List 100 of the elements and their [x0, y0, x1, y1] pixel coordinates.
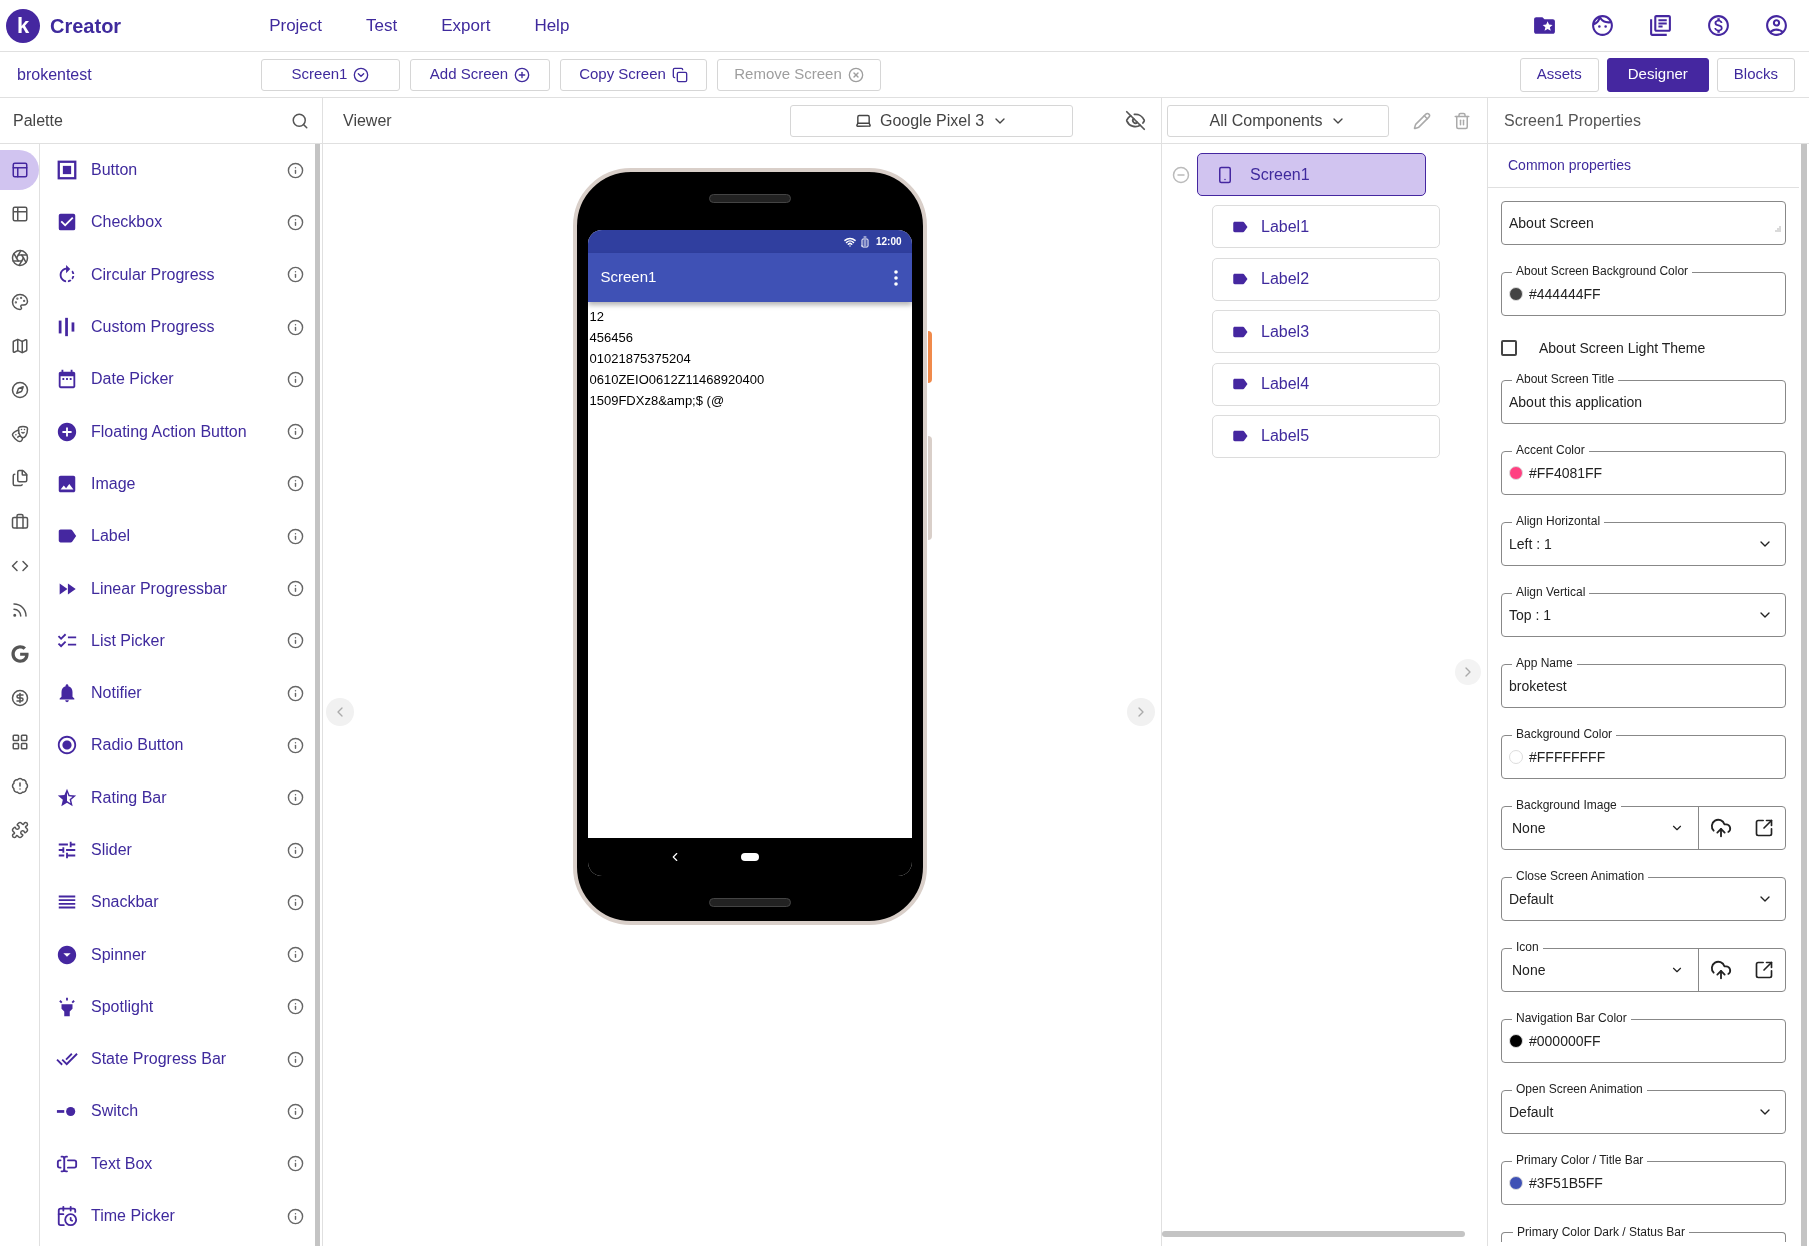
field-label: Align Horizontal [1512, 514, 1605, 528]
menu-item[interactable]: Test [366, 12, 398, 39]
label-text: 1509FDXz8&amp;$ (@ [589, 392, 725, 410]
search-button[interactable] [291, 111, 309, 130]
menu-item[interactable]: Export [441, 12, 491, 39]
logo-mark: k [6, 8, 40, 43]
palette-item[interactable]: List Picker [91, 628, 165, 653]
palette-item[interactable]: Checkbox [91, 210, 163, 235]
device-dropdown[interactable]: Google Pixel 3 [790, 104, 1073, 137]
open-external-button[interactable] [1754, 960, 1774, 980]
scrollbar[interactable] [1801, 144, 1807, 1246]
tree-item[interactable]: Label5 [1212, 414, 1440, 458]
section-tab[interactable]: Common properties [1508, 155, 1631, 176]
info-button[interactable] [287, 684, 304, 702]
category-tab[interactable] [0, 150, 39, 190]
tree-item[interactable]: Label3 [1212, 310, 1440, 354]
palette-item[interactable]: Spotlight [91, 994, 154, 1019]
tree-item[interactable]: Label4 [1212, 362, 1440, 406]
info-button[interactable] [287, 841, 304, 859]
field-label: Navigation Bar Color [1512, 1011, 1631, 1025]
palette-item[interactable]: State Progress Bar [91, 1047, 227, 1072]
palette-item[interactable]: Rating Bar [91, 785, 167, 810]
open-external-button[interactable] [1754, 818, 1774, 838]
info-button[interactable] [287, 266, 304, 284]
info-button[interactable] [287, 213, 304, 231]
palette-item[interactable]: Notifier [91, 681, 142, 706]
lamp-icon [56, 995, 78, 1018]
upload-button[interactable] [1710, 817, 1732, 839]
palette-item[interactable]: Circular Progress [91, 262, 215, 287]
horizontal-scrollbar[interactable] [1162, 1231, 1465, 1237]
palette-item[interactable]: Snackbar [91, 890, 159, 915]
aperture-icon [10, 249, 29, 267]
info-button[interactable] [287, 1103, 304, 1120]
books-icon [1648, 13, 1673, 38]
info-button[interactable] [287, 423, 304, 441]
pencil-icon [1413, 111, 1431, 130]
info-button[interactable] [287, 1050, 304, 1068]
info-button[interactable] [287, 893, 304, 911]
info-icon [287, 580, 304, 597]
dollar-button[interactable] [1706, 13, 1731, 38]
screen-action-button[interactable]: Copy Screen [560, 58, 707, 91]
info-button[interactable] [287, 789, 304, 807]
info-button[interactable] [287, 998, 304, 1016]
text-area[interactable]: About Screen [1501, 201, 1786, 245]
palette-item[interactable]: Slider [91, 838, 132, 862]
info-button[interactable] [287, 161, 304, 179]
palette-item[interactable]: Radio Button [91, 733, 184, 758]
dollar-icon [10, 689, 29, 707]
tree-item[interactable]: Label2 [1212, 257, 1440, 301]
info-button[interactable] [287, 580, 304, 597]
palette-item[interactable]: Custom Progress [91, 315, 215, 340]
palette-item[interactable]: Linear Progressbar [91, 576, 228, 601]
account-button[interactable] [1764, 13, 1789, 38]
info-button[interactable] [287, 1155, 304, 1173]
palette-item[interactable]: Switch [91, 1099, 139, 1124]
eye-off-icon [1125, 110, 1146, 131]
field-label: Open Screen Animation [1512, 1082, 1647, 1096]
info-button[interactable] [287, 475, 304, 493]
view-tab[interactable]: Blocks [1716, 57, 1795, 92]
compass-icon [10, 381, 29, 399]
view-tab[interactable]: Designer [1606, 57, 1709, 92]
info-icon [287, 946, 304, 964]
screen-title: Screen1 [600, 267, 657, 288]
info-button[interactable] [287, 527, 304, 545]
info-button[interactable] [287, 946, 304, 964]
palette-item[interactable]: Time Picker [91, 1204, 175, 1229]
info-button[interactable] [287, 632, 304, 650]
palette-item[interactable]: Floating Action Button [91, 419, 247, 444]
info-button[interactable] [287, 318, 304, 336]
info-icon [287, 1050, 304, 1068]
info-button[interactable] [287, 736, 304, 754]
screen-action-button[interactable]: Add Screen [410, 58, 550, 91]
info-button[interactable] [287, 1207, 304, 1225]
tree-item[interactable]: Screen1 [1197, 153, 1426, 196]
palette-item[interactable]: Text Box [91, 1151, 153, 1176]
books-button[interactable] [1648, 13, 1673, 38]
field-label: Primary Color / Title Bar [1512, 1153, 1648, 1167]
copy-icon [671, 66, 688, 83]
hide-button[interactable] [1125, 110, 1146, 131]
menu-item[interactable]: Help [534, 12, 570, 39]
palette-item[interactable]: Spinner [91, 942, 147, 967]
scrollbar[interactable] [315, 144, 320, 1246]
info-button[interactable] [287, 370, 304, 388]
puzzle-icon [10, 821, 29, 839]
palette-item[interactable]: Date Picker [91, 367, 174, 392]
checkbox[interactable] [1501, 340, 1517, 356]
view-tab[interactable]: Assets [1519, 57, 1599, 92]
external-link-icon [1754, 818, 1774, 838]
filter-dropdown[interactable]: All Components [1167, 104, 1389, 137]
upload-button[interactable] [1710, 959, 1732, 981]
palette-item[interactable]: Image [91, 471, 136, 496]
screen-action-button[interactable]: Screen1 [261, 58, 400, 91]
info-icon [287, 370, 304, 388]
info-icon [287, 736, 304, 754]
menu-item[interactable]: Project [269, 12, 323, 39]
palette-item[interactable]: Button [91, 158, 138, 183]
tree-item[interactable]: Label1 [1212, 205, 1440, 249]
info-icon [287, 893, 304, 911]
palette-item[interactable]: Label [91, 524, 131, 549]
face-button[interactable] [1590, 13, 1615, 38]
